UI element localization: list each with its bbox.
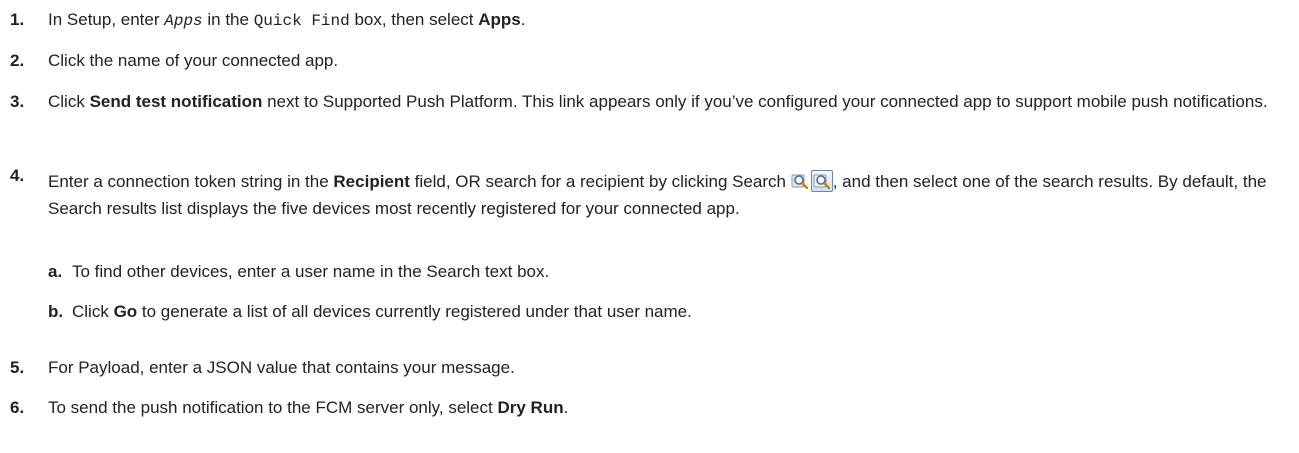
step-text-part: In Setup, enter bbox=[48, 10, 165, 29]
step-4: 4. Enter a connection token string in th… bbox=[10, 166, 1289, 222]
step-number: 1. bbox=[10, 10, 25, 29]
substep-letter: b. bbox=[48, 302, 64, 321]
ui-label-recipient: Recipient bbox=[333, 172, 410, 191]
substep-text: To find other devices, enter a user name… bbox=[72, 262, 550, 281]
code-quick-find: Quick Find bbox=[253, 12, 350, 30]
step-number: 6. bbox=[10, 398, 25, 417]
step-text-part: . bbox=[520, 10, 526, 29]
step-text-part: . bbox=[563, 398, 569, 417]
step-number: 2. bbox=[10, 51, 25, 70]
step-2: 2. Click the name of your connected app. bbox=[10, 47, 1289, 74]
step-text: For Payload, enter a JSON value that con… bbox=[48, 358, 515, 377]
step-6: 6. To send the push notification to the … bbox=[10, 394, 1289, 421]
step-text-part: Click bbox=[48, 92, 90, 111]
step-text: In Setup, enter Apps in the Quick Find b… bbox=[48, 6, 1289, 35]
step-text: Click Send test notification next to Sup… bbox=[48, 88, 1289, 115]
step-text-part: field, OR search for a recipient by clic… bbox=[409, 172, 791, 191]
step-number: 3. bbox=[10, 92, 25, 111]
ui-label-send-test-notification: Send test notification bbox=[89, 92, 263, 111]
step-text: To send the push notification to the FCM… bbox=[48, 394, 1289, 421]
ui-label-go: Go bbox=[113, 302, 138, 321]
substep-letter: a. bbox=[48, 262, 63, 281]
substep-a: a. To find other devices, enter a user n… bbox=[48, 258, 1289, 285]
substep-text: Click Go to generate a list of all devic… bbox=[72, 298, 1289, 325]
step-text-part: To send the push notification to the FCM… bbox=[48, 398, 498, 417]
step-text-part: in the bbox=[202, 10, 254, 29]
lookup-icon-hover bbox=[810, 170, 833, 192]
step-text-part: Enter a connection token string in the bbox=[48, 172, 334, 191]
step-number: 5. bbox=[10, 358, 25, 377]
ui-label-apps: Apps bbox=[478, 10, 521, 29]
substep-b: b. Click Go to generate a list of all de… bbox=[48, 298, 1289, 325]
step-5: 5. For Payload, enter a JSON value that … bbox=[10, 354, 1289, 381]
lookup-icon bbox=[791, 172, 809, 190]
step-text: Enter a connection token string in the R… bbox=[48, 168, 1289, 222]
substep-text-part: Click bbox=[72, 302, 114, 321]
step-text-part: box, then select bbox=[349, 10, 479, 29]
step-text-part: next to Supported Push Platform. This li… bbox=[262, 92, 1268, 111]
step-text: Click the name of your connected app. bbox=[48, 51, 339, 70]
step-number: 4. bbox=[10, 166, 25, 185]
code-apps: Apps bbox=[164, 12, 203, 30]
step-3: 3. Click Send test notification next to … bbox=[10, 88, 1289, 115]
substep-text-part: to generate a list of all devices curren… bbox=[137, 302, 692, 321]
step-1: 1. In Setup, enter Apps in the Quick Fin… bbox=[10, 6, 1289, 35]
ui-label-dry-run: Dry Run bbox=[497, 398, 564, 417]
